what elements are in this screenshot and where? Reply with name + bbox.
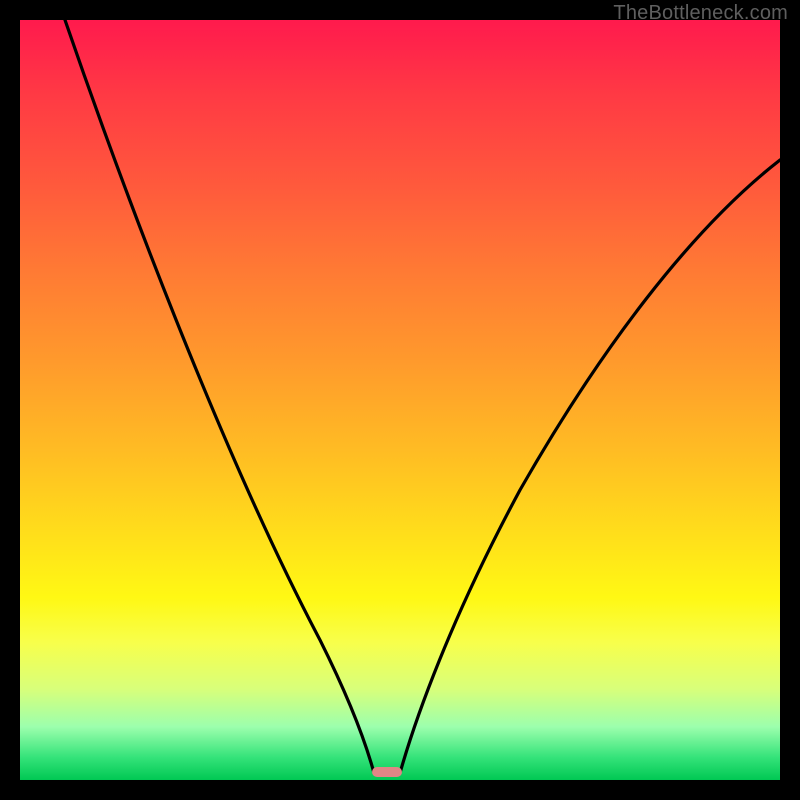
watermark-label: TheBottleneck.com [613, 2, 788, 25]
chart-frame: TheBottleneck.com [0, 0, 800, 800]
bottleneck-marker [372, 767, 402, 777]
curve-right-branch [400, 160, 780, 773]
bottleneck-curve [20, 20, 780, 780]
curve-left-branch [65, 20, 374, 773]
plot-area [20, 20, 780, 780]
